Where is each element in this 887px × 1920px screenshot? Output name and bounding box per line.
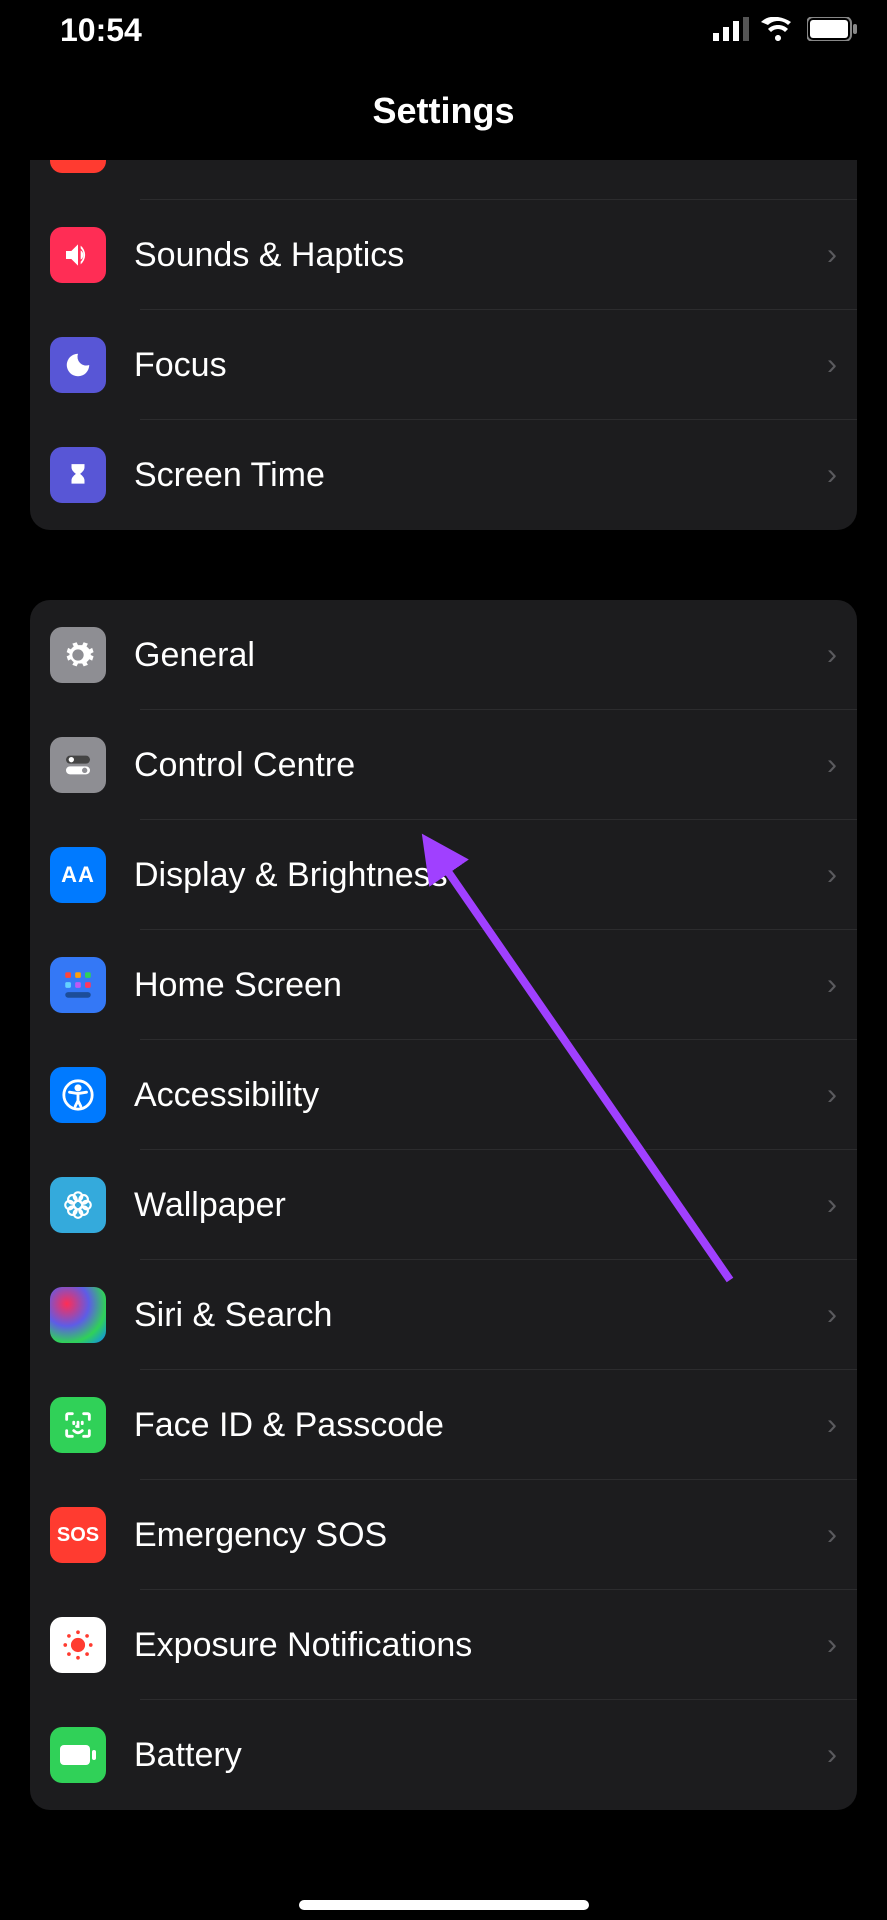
row-label: Emergency SOS (134, 1516, 827, 1555)
row-label: Control Centre (134, 746, 827, 785)
status-indicators (713, 12, 857, 49)
toggles-icon (50, 737, 106, 793)
row-label: Sounds & Haptics (134, 236, 827, 275)
battery-icon (50, 1727, 106, 1783)
chevron-right-icon: › (827, 160, 837, 162)
moon-icon (50, 337, 106, 393)
chevron-right-icon: › (827, 1188, 837, 1222)
chevron-right-icon: › (827, 458, 837, 492)
settings-row-notifications[interactable]: Notifications › (30, 160, 857, 200)
chevron-right-icon: › (827, 638, 837, 672)
settings-section-2: General › Control Centre › AA Display & … (30, 600, 857, 1810)
flower-icon (50, 1177, 106, 1233)
settings-list[interactable]: Notifications › Sounds & Haptics › Focus… (0, 160, 887, 1920)
row-label: Home Screen (134, 966, 827, 1005)
chevron-right-icon: › (827, 348, 837, 382)
settings-section-1: Notifications › Sounds & Haptics › Focus… (30, 160, 857, 530)
status-time: 10:54 (60, 12, 142, 49)
chevron-right-icon: › (827, 238, 837, 272)
row-label: Wallpaper (134, 1186, 827, 1225)
grid-icon (50, 957, 106, 1013)
settings-row-control-centre[interactable]: Control Centre › (30, 710, 857, 820)
chevron-right-icon: › (827, 748, 837, 782)
row-label: Notifications (134, 160, 827, 165)
row-label: Focus (134, 346, 827, 385)
row-label: Display & Brightness (134, 856, 827, 895)
settings-row-exposure[interactable]: Exposure Notifications › (30, 1590, 857, 1700)
settings-row-faceid[interactable]: Face ID & Passcode › (30, 1370, 857, 1480)
chevron-right-icon: › (827, 858, 837, 892)
wifi-icon (761, 12, 795, 49)
text-size-icon: AA (50, 847, 106, 903)
settings-row-sounds[interactable]: Sounds & Haptics › (30, 200, 857, 310)
settings-row-screentime[interactable]: Screen Time › (30, 420, 857, 530)
home-indicator[interactable] (299, 1900, 589, 1910)
settings-row-accessibility[interactable]: Accessibility › (30, 1040, 857, 1150)
battery-icon (807, 12, 857, 49)
cellular-icon (713, 12, 749, 49)
chevron-right-icon: › (827, 1518, 837, 1552)
row-label: Exposure Notifications (134, 1626, 827, 1665)
row-label: Siri & Search (134, 1296, 827, 1335)
settings-row-display[interactable]: AA Display & Brightness › (30, 820, 857, 930)
settings-row-focus[interactable]: Focus › (30, 310, 857, 420)
gear-icon (50, 627, 106, 683)
exposure-icon (50, 1617, 106, 1673)
row-label: Screen Time (134, 456, 827, 495)
bell-icon (50, 160, 106, 173)
row-label: General (134, 636, 827, 675)
settings-row-siri[interactable]: Siri & Search › (30, 1260, 857, 1370)
speaker-icon (50, 227, 106, 283)
chevron-right-icon: › (827, 1408, 837, 1442)
chevron-right-icon: › (827, 1298, 837, 1332)
status-bar: 10:54 (0, 0, 887, 60)
settings-row-homescreen[interactable]: Home Screen › (30, 930, 857, 1040)
chevron-right-icon: › (827, 1628, 837, 1662)
settings-row-general[interactable]: General › (30, 600, 857, 710)
hourglass-icon (50, 447, 106, 503)
row-label: Accessibility (134, 1076, 827, 1115)
row-label: Battery (134, 1736, 827, 1775)
sos-icon: SOS (50, 1507, 106, 1563)
page-title: Settings (0, 90, 887, 132)
settings-row-wallpaper[interactable]: Wallpaper › (30, 1150, 857, 1260)
row-label: Face ID & Passcode (134, 1406, 827, 1445)
faceid-icon (50, 1397, 106, 1453)
chevron-right-icon: › (827, 1078, 837, 1112)
chevron-right-icon: › (827, 968, 837, 1002)
chevron-right-icon: › (827, 1738, 837, 1772)
accessibility-icon (50, 1067, 106, 1123)
settings-row-sos[interactable]: SOS Emergency SOS › (30, 1480, 857, 1590)
settings-row-battery[interactable]: Battery › (30, 1700, 857, 1810)
siri-icon (50, 1287, 106, 1343)
